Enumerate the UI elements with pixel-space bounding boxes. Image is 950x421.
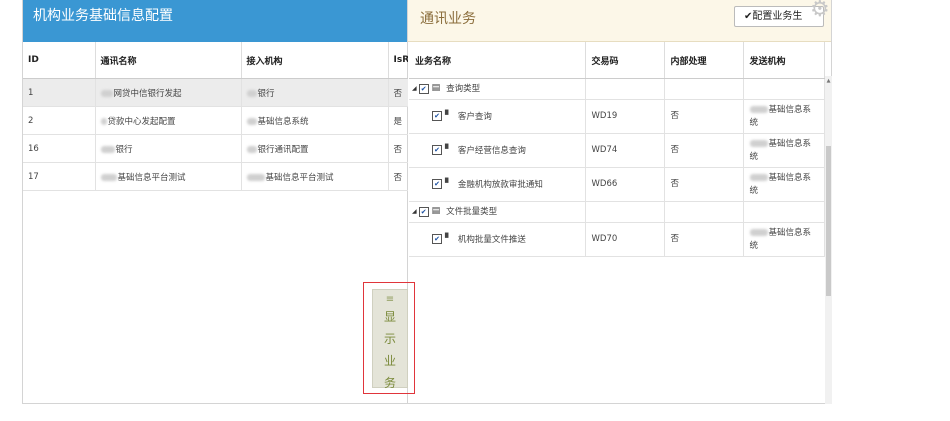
tree-item-row[interactable]: ✔ ▘ 客户查询 WD19 否 基础信息系统: [409, 99, 825, 134]
tree-item-cell: ✔ ▘ 机构批量文件推送: [409, 222, 586, 257]
show-business-char: 业: [383, 354, 396, 368]
cell-org: 基础信息系统: [241, 106, 389, 135]
tree-group-row[interactable]: ◢ ✔ ▤ 查询类型: [409, 78, 825, 100]
column-header-id[interactable]: ID: [23, 42, 96, 79]
table-row[interactable]: 2 贷款中心发起配置 基础信息系统 是: [23, 106, 409, 135]
cell-id: 16: [23, 134, 96, 163]
checkbox-checked-icon[interactable]: ✔: [418, 83, 429, 94]
checkbox-checked-icon[interactable]: ✔: [432, 111, 442, 121]
gear-icon[interactable]: ⚙: [810, 0, 830, 22]
communication-business-panel: 通讯业务 ✔配置业务生 ⚙ 业务名称 交易码 内部处理 发送机构 ◢ ✔ ▤ 查询类型…: [408, 0, 832, 404]
tree-item-row[interactable]: ✔ ▘ 客户经营信息查询 WD74 否 基础信息系统: [409, 133, 825, 168]
cell-code: WD66: [585, 167, 665, 202]
item-label: 机构批量文件推送: [457, 234, 526, 245]
checkbox-checked-icon[interactable]: ✔: [432, 179, 442, 189]
cell-id: 17: [23, 162, 96, 191]
table-icon: ▤: [431, 83, 441, 93]
table-header-row: 业务名称 交易码 内部处理 发送机构: [409, 42, 825, 79]
cell-name: 网贷中信银行发起: [95, 78, 242, 107]
column-header-name[interactable]: 通讯名称: [95, 42, 242, 79]
cell-org: 基础信息平台测试: [241, 162, 389, 191]
panel-title: 通讯业务: [420, 11, 476, 27]
table-header-row: ID 通讯名称 接入机构 IsR: [23, 42, 409, 79]
cell-id: 1: [23, 78, 96, 107]
config-table: ID 通讯名称 接入机构 IsR 1 网贷中信银行发起 银行 否 2 贷款中心发…: [23, 42, 409, 191]
tree-item-row[interactable]: ✔ ▘ 机构批量文件推送 WD70 否 基础信息系统: [409, 222, 825, 257]
panel-header: 机构业务基础信息配置: [23, 0, 407, 42]
item-label: 客户经营信息查询: [457, 145, 526, 156]
group-label: 查询类型: [446, 84, 481, 94]
cell-code: WD70: [585, 222, 665, 257]
cell-sender: 基础信息系统: [743, 133, 825, 168]
cell-org: 银行通讯配置: [241, 134, 389, 163]
cell-internal: 否: [664, 222, 744, 257]
show-business-char: 显: [383, 310, 396, 324]
cell-isr: 否: [388, 134, 409, 163]
item-label: 客户查询: [457, 111, 492, 122]
group-label: 文件批量类型: [446, 207, 498, 217]
tree-group-row[interactable]: ◢ ✔ ▤ 文件批量类型: [409, 201, 825, 223]
table-row[interactable]: 1 网贷中信银行发起 银行 否: [23, 78, 409, 107]
cell-isr: 是: [388, 106, 409, 135]
item-label: 金融机构放款审批通知: [457, 179, 543, 190]
tree-group-cell: ◢ ✔ ▤ 查询类型: [409, 78, 586, 100]
scrollbar-thumb[interactable]: [826, 146, 831, 296]
triangle-expand-icon[interactable]: ◢: [412, 208, 417, 215]
cell-id: 2: [23, 106, 96, 135]
cell-name: 贷款中心发起配置: [95, 106, 242, 135]
cell-internal: 否: [664, 133, 744, 168]
table-icon: ▤: [431, 206, 441, 216]
column-header-trans-code[interactable]: 交易码: [585, 42, 665, 79]
column-header-isr[interactable]: IsR: [388, 42, 409, 79]
table-row[interactable]: 16 银行 银行通讯配置 否: [23, 134, 409, 163]
table-row[interactable]: 17 基础信息平台测试 基础信息平台测试 否: [23, 162, 409, 191]
column-header-internal[interactable]: 内部处理: [664, 42, 744, 79]
business-config-panel: 机构业务基础信息配置 ID 通讯名称 接入机构 IsR 1 网贷中信银行发起 银…: [22, 0, 409, 404]
column-header-org[interactable]: 接入机构: [241, 42, 389, 79]
cell-name: 基础信息平台测试: [95, 162, 242, 191]
triangle-expand-icon[interactable]: ◢: [412, 85, 417, 92]
cell-sender: 基础信息系统: [743, 167, 825, 202]
show-business-char: 示: [383, 332, 396, 346]
column-header-sender[interactable]: 发送机构: [743, 42, 825, 79]
tree-item-cell: ✔ ▘ 金融机构放款审批通知: [409, 167, 586, 202]
cell-code: WD19: [585, 99, 665, 134]
cell-org: 银行: [241, 78, 389, 107]
panel-title: 机构业务基础信息配置: [33, 8, 173, 24]
cell-sender: 基础信息系统: [743, 222, 825, 257]
file-icon: ▘: [445, 110, 452, 121]
business-tree-table: 业务名称 交易码 内部处理 发送机构 ◢ ✔ ▤ 查询类型 ✔ ▘ 客户查询 WD19 否…: [409, 42, 825, 257]
show-business-button[interactable]: ≡ 显 示 业 务: [372, 289, 408, 390]
tree-item-row[interactable]: ✔ ▘ 金融机构放款审批通知 WD66 否 基础信息系统: [409, 167, 825, 202]
cell-isr: 否: [388, 78, 409, 107]
vertical-scrollbar[interactable]: ▲: [825, 76, 832, 404]
cell-name: 银行: [95, 134, 242, 163]
checkbox-checked-icon[interactable]: ✔: [432, 145, 442, 155]
tree-item-cell: ✔ ▘ 客户查询: [409, 99, 586, 134]
cell-isr: 否: [388, 162, 409, 191]
file-icon: ▘: [445, 233, 452, 244]
panel-header: 通讯业务 ✔配置业务生 ⚙: [408, 0, 831, 42]
checkbox-checked-icon[interactable]: ✔: [418, 206, 429, 217]
scroll-up-icon[interactable]: ▲: [825, 78, 832, 84]
show-business-char: 务: [383, 376, 396, 390]
cell-internal: 否: [664, 99, 744, 134]
file-icon: ▘: [445, 178, 452, 189]
cell-sender: 基础信息系统: [743, 99, 825, 134]
menu-icon: ≡: [385, 294, 395, 305]
tree-item-cell: ✔ ▘ 客户经营信息查询: [409, 133, 586, 168]
cell-code: WD74: [585, 133, 665, 168]
checkbox-checked-icon[interactable]: ✔: [432, 234, 442, 244]
cell-internal: 否: [664, 167, 744, 202]
tree-group-cell: ◢ ✔ ▤ 文件批量类型: [409, 201, 586, 223]
file-icon: ▘: [445, 144, 452, 155]
column-header-business-name[interactable]: 业务名称: [409, 42, 586, 79]
